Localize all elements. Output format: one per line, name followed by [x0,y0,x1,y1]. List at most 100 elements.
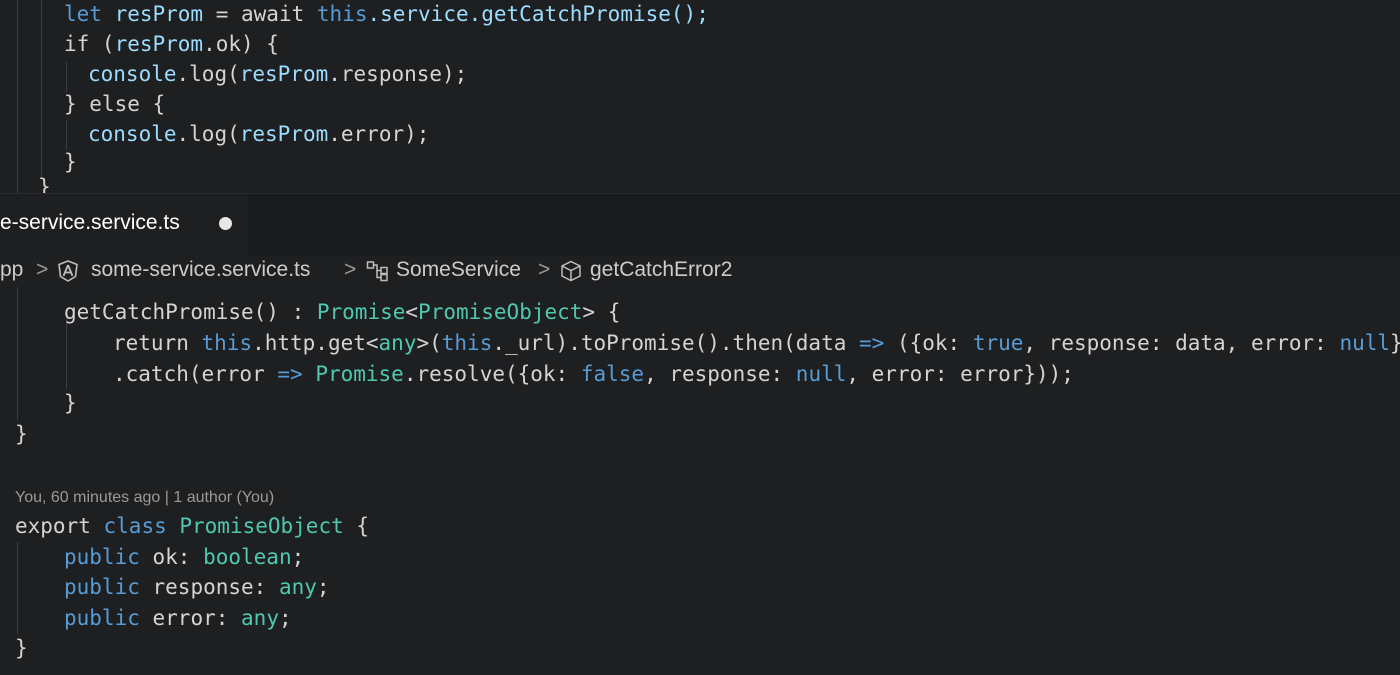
code-token: })) [1390,331,1400,355]
code-token: > { [582,300,621,324]
code-token: null [1339,331,1391,355]
code-token: ok: [152,545,204,569]
code-token: console [88,62,177,86]
code-line[interactable]: console.log(resProm.response); [88,59,467,89]
code-token: ({ok: [884,331,973,355]
code-line[interactable]: public error: any; [64,603,292,633]
code-line[interactable]: console.log(resProm.error); [88,119,429,149]
code-token: null [795,362,847,386]
code-token: export [15,514,104,538]
class-icon [366,260,390,288]
code-line[interactable]: .catch(error => Promise.resolve({ok: fal… [113,359,1074,389]
code-token: error: [152,606,242,630]
indent-guide [17,287,18,420]
code-token: ; [316,575,330,599]
tab-bar: e-service.service.ts [0,193,1400,256]
method-cube-icon [560,260,582,288]
code-line[interactable]: return this.http.get<any>(this._url).toP… [113,328,1400,358]
code-token: false [580,362,645,386]
code-token: this [441,331,493,355]
code-token: .http.get< [252,331,379,355]
code-token: => [859,331,885,355]
code-token: any [378,331,417,355]
code-token: ; [291,545,305,569]
code-token: = await [203,2,317,26]
code-line[interactable]: let resProm = await this.service.getCatc… [64,0,709,29]
code-token: let [64,2,115,26]
indent-guide [17,0,18,193]
code-line[interactable]: } [64,388,77,418]
chevron-right-icon: > [344,258,357,281]
code-token: .error); [328,122,430,146]
code-token: , response: data, error: [1023,331,1340,355]
chevron-right-icon: > [36,258,49,281]
code-token: public [64,545,153,569]
code-line[interactable]: } [15,633,28,663]
code-token: } [15,422,28,446]
indent-guide [17,542,18,634]
indent-guide [66,62,67,92]
code-token: any [278,575,317,599]
code-token: boolean [203,545,292,569]
code-token: Promise [316,300,406,324]
indent-guide [66,120,67,150]
code-token: getCatchPromise() : [64,300,317,324]
code-line[interactable]: public response: any; [64,572,330,602]
code-token: if ( [64,32,115,56]
code-token: response: [152,575,279,599]
code-token: class [103,514,180,538]
code-token: } [38,175,51,193]
code-token: } [64,391,77,415]
code-token: true [972,331,1024,355]
tab-some-service[interactable]: e-service.service.ts [0,194,248,256]
code-token: ; [278,606,292,630]
code-token: ._url).toPromise().then(data [492,331,859,355]
code-token: .response); [328,62,468,86]
chevron-right-icon: > [538,258,551,281]
editor-pane-bottom[interactable]: getCatchPromise() : Promise<PromiseObjec… [0,287,1400,675]
code-token: PromiseObject [418,300,583,324]
code-token: console [88,122,177,146]
code-line[interactable]: public ok: boolean; [64,542,304,572]
code-token: this [316,2,368,26]
code-line[interactable]: } else { [64,89,165,119]
code-token: } [64,150,77,174]
code-token: any [241,606,279,630]
code-token: resProm [114,2,204,26]
code-token: public [64,575,153,599]
breadcrumb-class[interactable]: SomeService [396,258,521,282]
code-token: .log( [176,62,240,86]
breadcrumb-method[interactable]: getCatchError2 [590,258,732,282]
breadcrumb-file[interactable]: some-service.service.ts [91,258,310,282]
code-token: Promise [315,362,404,386]
code-token: .service.getCatchPromise(); [367,2,709,26]
code-line[interactable]: } [15,419,28,449]
codelens-blame[interactable]: You, 60 minutes ago | 1 author (You) [15,489,274,507]
breadcrumb-root[interactable]: pp [0,258,23,282]
code-line[interactable]: export class PromiseObject { [15,511,369,541]
code-line[interactable]: } [38,172,51,193]
code-line[interactable]: } [64,147,77,177]
code-line[interactable]: if (resProm.ok) { [64,29,279,59]
code-token: < [405,300,419,324]
unsaved-dot-icon[interactable] [219,217,232,230]
code-token: public [64,606,153,630]
code-token: .log( [176,122,240,146]
code-token: >( [416,331,442,355]
code-token: .resolve({ok: [403,362,581,386]
code-line[interactable]: getCatchPromise() : Promise<PromiseObjec… [64,297,620,327]
code-token: , error: error})); [846,362,1074,386]
code-token: => [277,362,303,386]
breadcrumb: pp > some-service.service.ts > SomeServi… [0,255,1400,287]
code-token: .ok) { [203,32,279,56]
code-token: resProm [239,122,329,146]
indent-guide [41,0,42,178]
code-token: PromiseObject [179,514,344,538]
tab-title[interactable]: e-service.service.ts [0,211,180,235]
angular-icon [58,260,78,288]
code-token: resProm [239,62,329,86]
code-token: return [113,331,202,355]
code-token: , response: [644,362,796,386]
editor-pane-top[interactable]: let resProm = await this.service.getCatc… [0,0,1400,193]
code-token: { [343,514,370,538]
